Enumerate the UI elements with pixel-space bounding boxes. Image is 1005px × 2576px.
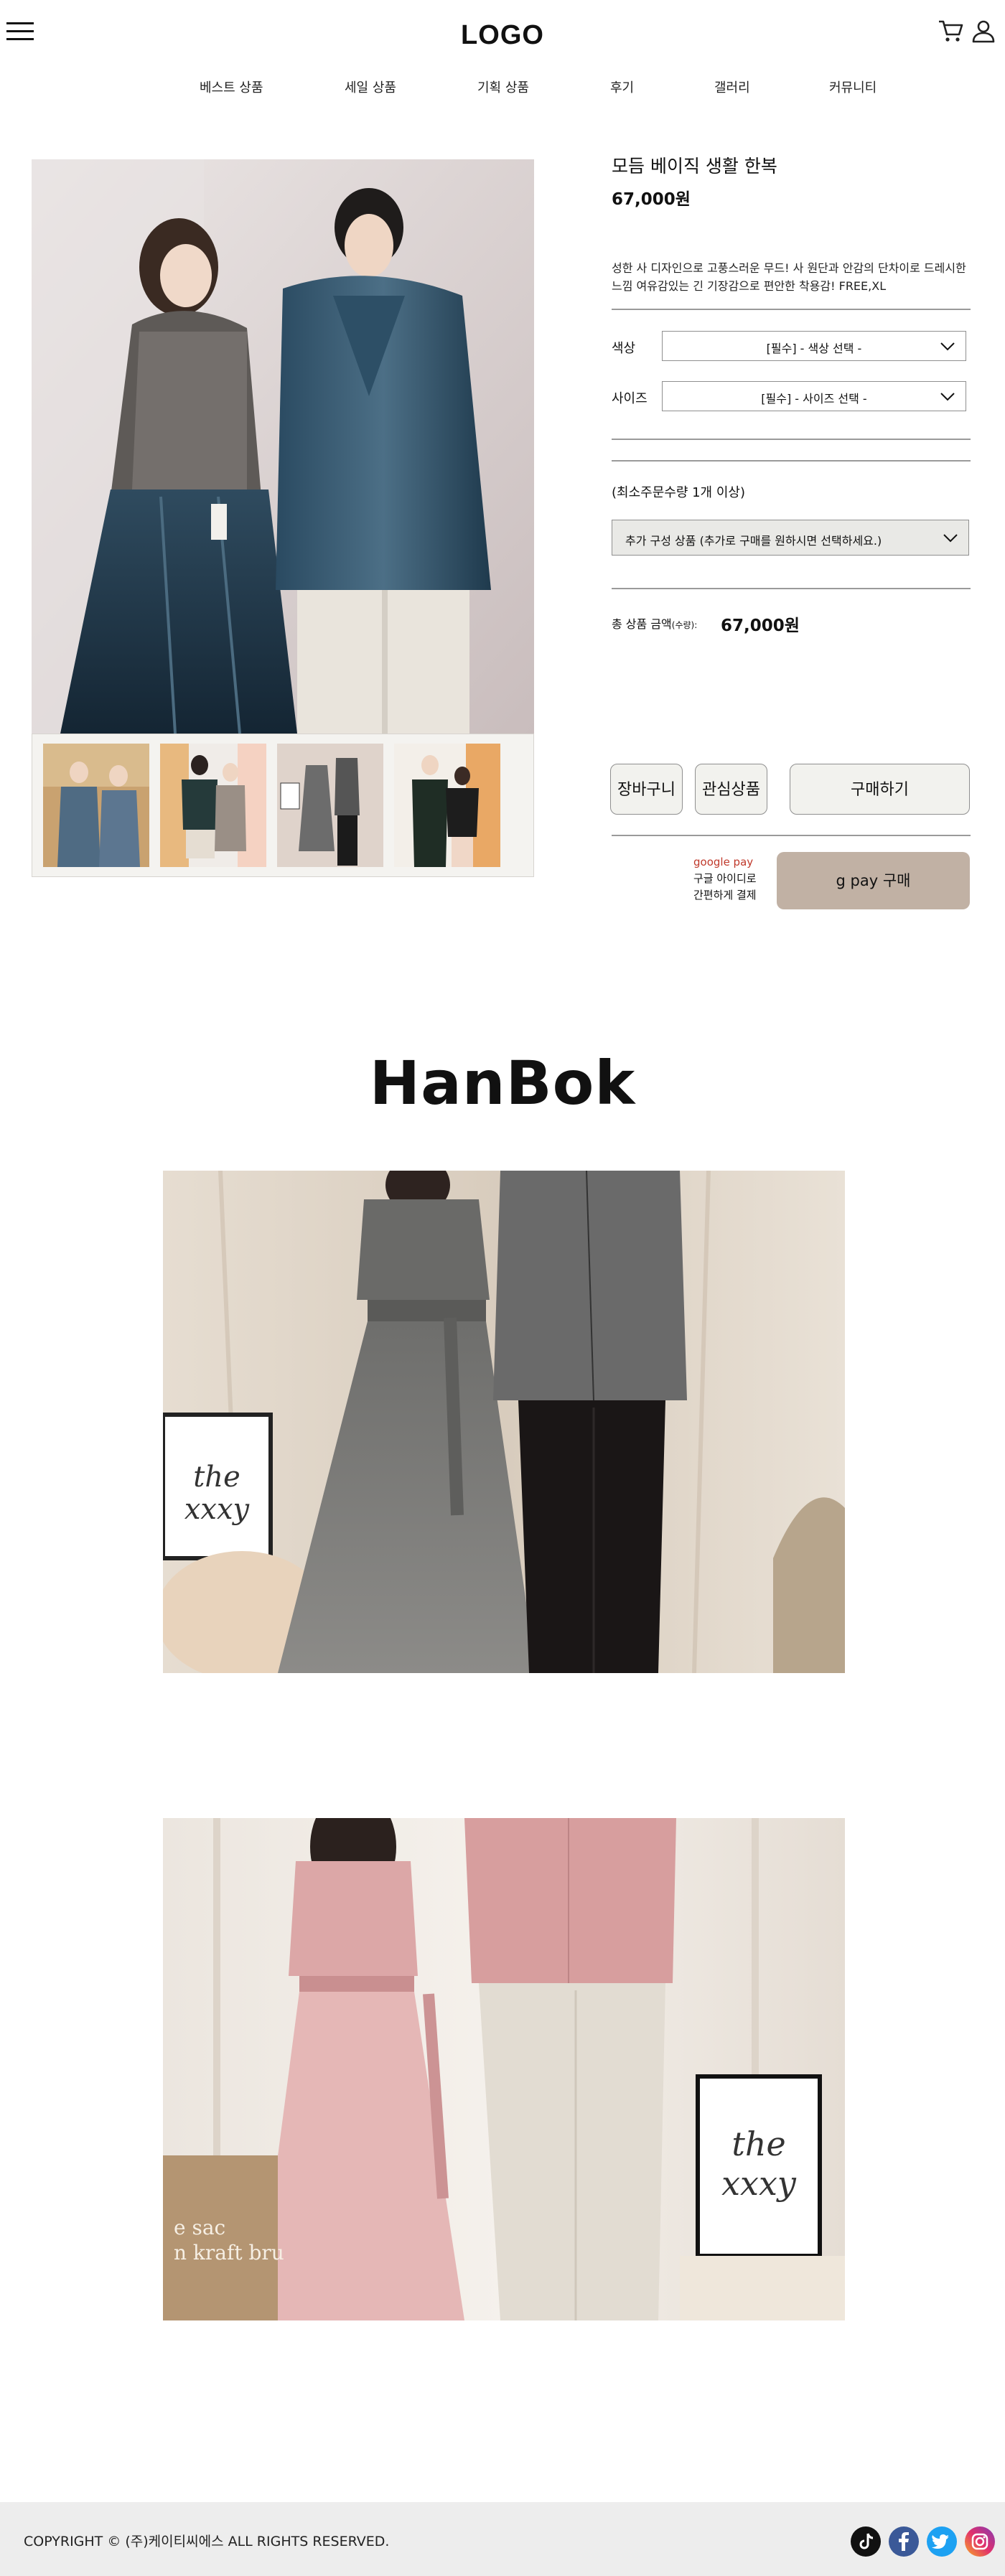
copyright-text: COPYRIGHT © (주)케이티씨에스 ALL RIGHTS RESERVE…	[24, 2534, 390, 2549]
size-label: 사이즈	[612, 391, 648, 406]
gpay-info: google pay 구글 아이디로 간편하게 결제	[693, 854, 757, 904]
cart-button[interactable]: 장바구니	[610, 764, 683, 815]
divider	[612, 309, 971, 310]
product-title: 모듬 베이직 생활 한복	[612, 156, 777, 177]
svg-text:n kraft bru: n kraft bru	[174, 2241, 284, 2264]
product-main-image	[32, 159, 534, 734]
chevron-down-icon	[940, 393, 955, 401]
size-select[interactable]: [필수] - 사이즈 선택 -	[662, 381, 966, 411]
thumbnail-4[interactable]	[394, 744, 500, 867]
facebook-icon[interactable]	[889, 2526, 919, 2557]
cart-icon[interactable]	[938, 19, 963, 43]
total-label: 총 상품 금액(수량):	[612, 614, 697, 632]
gpay-button[interactable]: g pay 구매	[777, 852, 970, 909]
thumbnail-3[interactable]	[277, 744, 383, 867]
footer: COPYRIGHT © (주)케이티씨에스 ALL RIGHTS RESERVE…	[0, 2502, 1005, 2576]
svg-text:xxxy: xxxy	[721, 2164, 797, 2203]
divider	[612, 460, 971, 462]
svg-text:xxxy: xxxy	[184, 1493, 251, 1526]
divider	[612, 439, 971, 440]
color-label: 색상	[612, 341, 636, 356]
svg-text:e sac: e sac	[174, 2216, 225, 2239]
buy-button[interactable]: 구매하기	[790, 764, 970, 815]
nav-reviews[interactable]: 후기	[610, 78, 634, 96]
chevron-down-icon	[943, 534, 958, 543]
thumbnail-2[interactable]	[160, 744, 266, 867]
total-price: 67,000원	[721, 617, 800, 635]
svg-text:the: the	[731, 2125, 785, 2163]
nav-planned[interactable]: 기획 상품	[477, 78, 529, 96]
thumbnail-strip	[32, 734, 534, 877]
site-logo[interactable]: LOGO	[0, 20, 1005, 51]
svg-text:the: the	[193, 1461, 240, 1494]
gpay-line-2: 간편하게 결제	[693, 889, 757, 901]
product-price: 67,000원	[612, 190, 691, 209]
main-nav: 베스트 상품 세일 상품 기획 상품 후기 갤러리 커뮤니티	[0, 78, 1005, 99]
gpay-brand: google pay	[693, 856, 754, 868]
product-description: 성한 사 디자인으로 고풍스러운 무드! 사 원단과 안감의 단차이로 드레시한…	[612, 261, 966, 293]
size-select-value: [필수] - 사이즈 선택 -	[761, 392, 867, 406]
gpay-line-1: 구글 아이디로	[693, 872, 757, 885]
total-qty-label: (수량):	[671, 620, 698, 630]
divider	[612, 588, 971, 589]
total-label-text: 총 상품 금액	[612, 617, 672, 631]
nav-best[interactable]: 베스트 상품	[200, 78, 263, 96]
extra-options-select[interactable]: 추가 구성 상품 (추가로 구매를 원하시면 선택하세요.)	[612, 520, 969, 556]
thumbnail-1[interactable]	[43, 744, 149, 867]
tiktok-icon[interactable]	[851, 2526, 881, 2557]
divider	[612, 835, 971, 836]
section-title: HanBok	[369, 1048, 636, 1118]
hanbok-photo-gray: the xxxy	[163, 1171, 845, 1673]
twitter-icon[interactable]	[927, 2526, 957, 2557]
color-select-value: [필수] - 색상 선택 -	[766, 342, 862, 355]
nav-community[interactable]: 커뮤니티	[829, 78, 877, 96]
wishlist-button[interactable]: 관심상품	[695, 764, 767, 815]
color-select[interactable]: [필수] - 색상 선택 -	[662, 331, 966, 361]
hanbok-photo-pink: e sac n kraft bru the xxxy	[163, 1818, 845, 2320]
extra-options-value: 추가 구성 상품 (추가로 구매를 원하시면 선택하세요.)	[625, 534, 882, 548]
instagram-icon[interactable]	[965, 2526, 995, 2557]
min-order-note: (최소주문수량 1개 이상)	[612, 485, 745, 500]
user-icon[interactable]	[971, 19, 996, 43]
nav-gallery[interactable]: 갤러리	[714, 78, 750, 96]
nav-sale[interactable]: 세일 상품	[345, 78, 396, 96]
chevron-down-icon	[940, 342, 955, 351]
